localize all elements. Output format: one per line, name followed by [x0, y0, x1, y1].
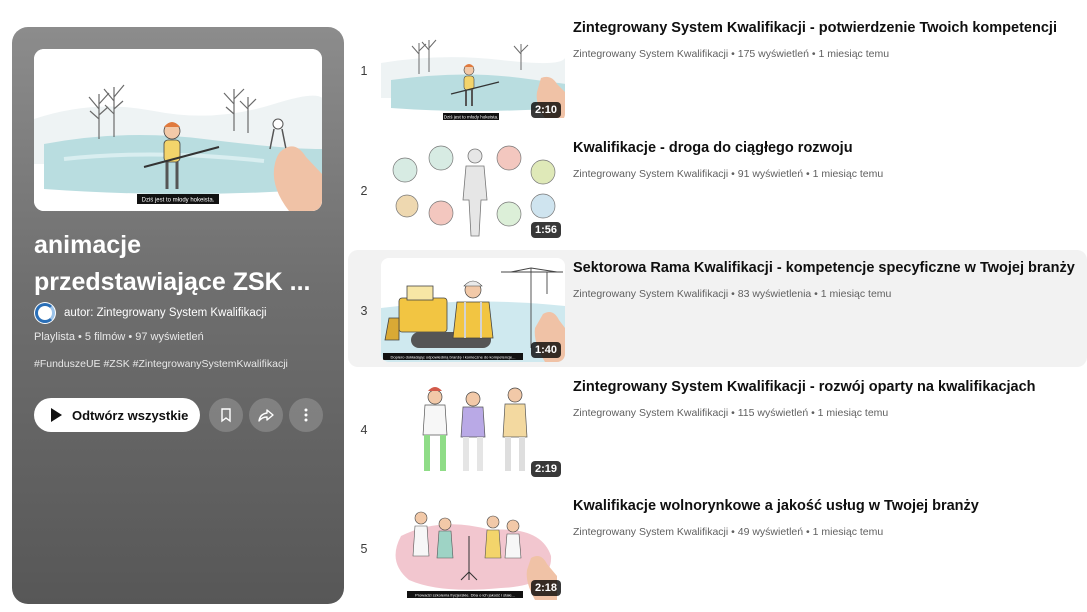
video-meta: Zintegrowany System Kwalifikacji • 49 wy…: [573, 526, 884, 538]
video-index: 5: [360, 542, 368, 556]
playlist-hashtags[interactable]: #FunduszeUE #ZSK #ZintegrowanySystemKwal…: [34, 358, 288, 370]
video-thumbnail[interactable]: Dopiero dokładając odpowiednią branżę i …: [381, 258, 565, 362]
playlist-thumbnail[interactable]: Dziś jest to młody hokeista.: [34, 49, 322, 211]
playlist-thumbnail-image: Dziś jest to młody hokeista.: [34, 49, 322, 211]
video-title[interactable]: Zintegrowany System Kwalifikacji - rozwó…: [573, 379, 1036, 395]
video-thumbnail[interactable]: Dziś jest to młody hokeista. 2:10: [381, 18, 565, 122]
video-thumbnail[interactable]: 2:19: [381, 377, 565, 481]
thumbnail-caption: Dziś jest to młody hokeista.: [142, 198, 215, 204]
video-title[interactable]: Zintegrowany System Kwalifikacji - potwi…: [573, 20, 1057, 36]
more-vert-icon: [304, 408, 308, 422]
thumbnail-caption: Dopiero dokładając odpowiednią branżę i …: [391, 355, 516, 360]
duration-badge: 2:10: [530, 102, 561, 118]
duration-badge: 2:18: [530, 580, 561, 596]
playlist-owner[interactable]: autor: Zintegrowany System Kwalifikacji: [34, 302, 267, 324]
playlist-header-panel: Dziś jest to młody hokeista. animacje pr…: [12, 27, 344, 604]
play-all-label: Odtwórz wszystkie: [72, 407, 189, 423]
video-meta: Zintegrowany System Kwalifikacji • 83 wy…: [573, 288, 892, 300]
play-all-button[interactable]: Odtwórz wszystkie: [34, 398, 200, 432]
playlist-title[interactable]: animacje przedstawiające ZSK ...: [34, 227, 326, 301]
more-actions-button[interactable]: [289, 398, 323, 432]
bookmark-icon: [221, 408, 231, 423]
share-button[interactable]: [249, 398, 283, 432]
video-row-3[interactable]: 3 Dopiero dokładając odpowiednią branżę …: [348, 250, 1087, 367]
video-title[interactable]: Kwalifikacje - droga do ciągłego rozwoju: [573, 140, 853, 156]
video-index: 1: [360, 64, 368, 78]
owner-name[interactable]: autor: Zintegrowany System Kwalifikacji: [64, 307, 267, 319]
video-meta: Zintegrowany System Kwalifikacji • 175 w…: [573, 48, 890, 60]
share-icon: [258, 409, 274, 422]
duration-badge: 2:19: [530, 461, 561, 477]
video-title[interactable]: Sektorowa Rama Kwalifikacji - kompetencj…: [573, 260, 1075, 276]
video-row-4[interactable]: 4 2:19 Zintegrowany System Kwalifikacji: [348, 369, 1087, 486]
video-title[interactable]: Kwalifikacje wolnorynkowe a jakość usług…: [573, 498, 979, 514]
video-thumbnail[interactable]: 1:56: [381, 138, 565, 242]
video-index: 3: [360, 304, 368, 318]
video-index: 2: [360, 184, 368, 198]
playlist-meta: Playlista • 5 filmów • 97 wyświetleń: [34, 331, 204, 343]
playlist-video-list: 1 Dziś jest to młody hokeista. 2:10 Zint…: [348, 10, 1087, 610]
channel-avatar[interactable]: [34, 302, 56, 324]
thumbnail-caption: Prowadzi szkolenia fryzjerskie. Dba o ic…: [415, 593, 515, 598]
video-index: 4: [360, 423, 368, 437]
duration-badge: 1:56: [530, 222, 561, 238]
video-row-5[interactable]: 5 Prowadzi szkolenia fryzjerskie. Dba o …: [348, 488, 1087, 605]
play-icon: [51, 408, 62, 422]
thumbnail-caption: Dziś jest to młody hokeista.: [444, 115, 499, 120]
video-row-2[interactable]: 2 1:56 Kwalifikacje - droga do ciągłego …: [348, 130, 1087, 247]
save-playlist-button[interactable]: [209, 398, 243, 432]
video-thumbnail[interactable]: Prowadzi szkolenia fryzjerskie. Dba o ic…: [381, 496, 565, 600]
video-meta: Zintegrowany System Kwalifikacji • 115 w…: [573, 407, 889, 419]
duration-badge: 1:40: [530, 342, 561, 358]
video-meta: Zintegrowany System Kwalifikacji • 91 wy…: [573, 168, 884, 180]
video-row-1[interactable]: 1 Dziś jest to młody hokeista. 2:10 Zint…: [348, 10, 1087, 127]
